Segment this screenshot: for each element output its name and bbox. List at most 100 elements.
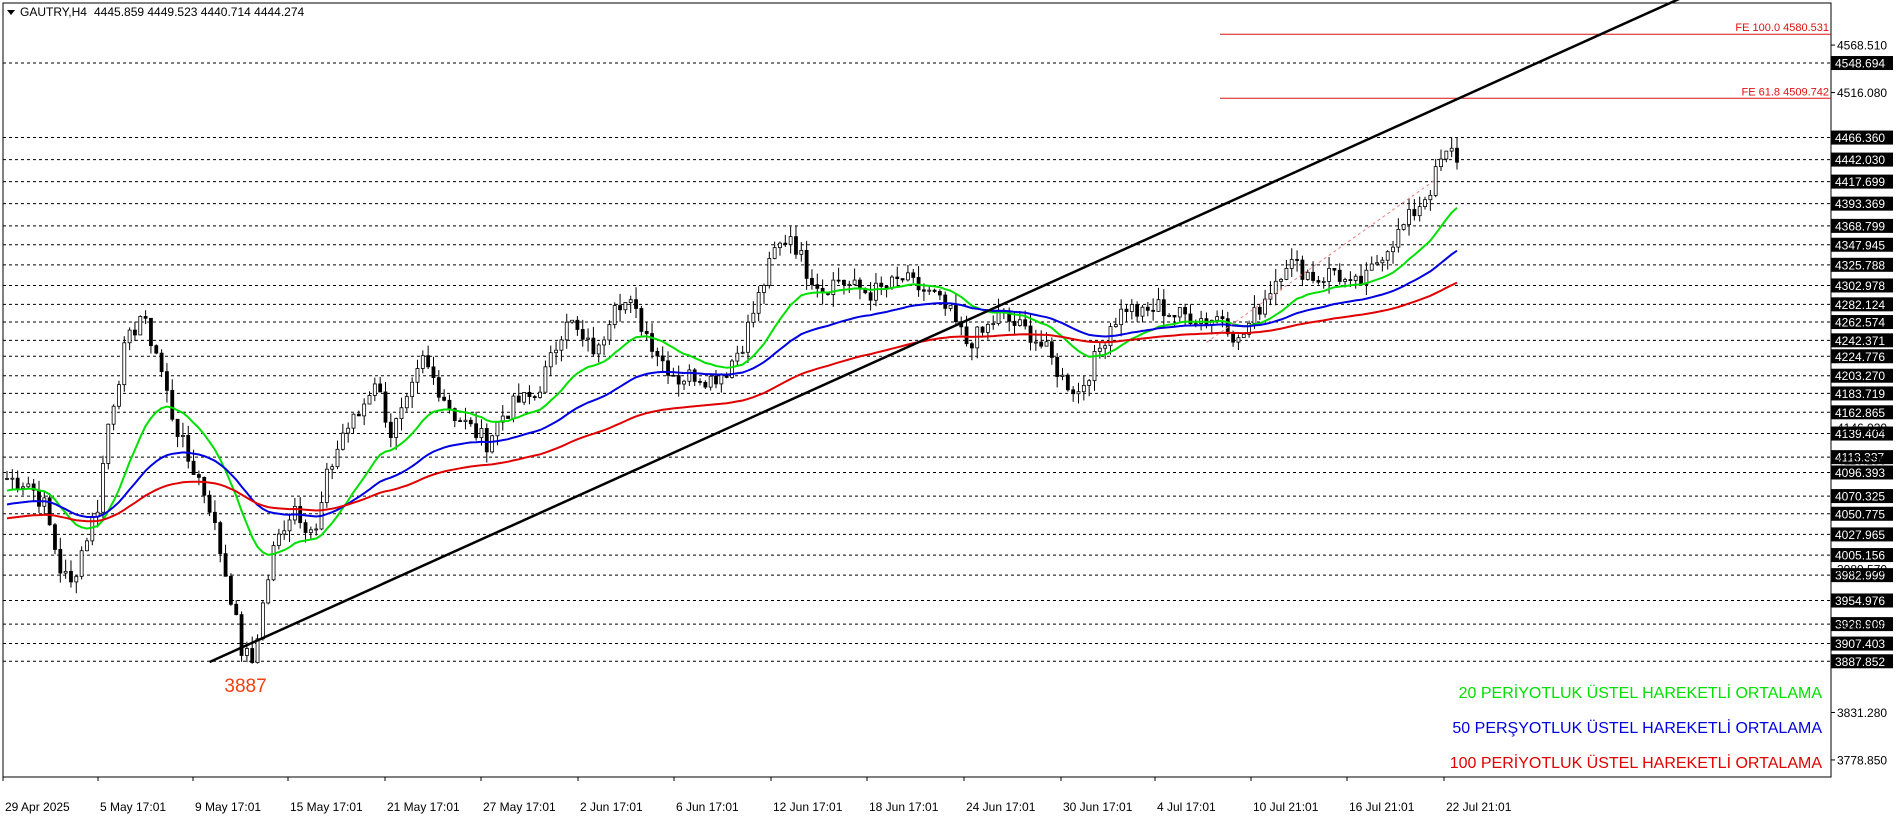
candle-body-65 <box>351 413 356 429</box>
y-tick-label-4: 3989.570 <box>1837 563 1887 577</box>
candle-body-127 <box>682 380 686 385</box>
candle-body-239 <box>1279 278 1283 282</box>
level-label-26: 3907.403 <box>1835 637 1885 651</box>
candle-body-266 <box>1423 199 1427 208</box>
candle-body-40 <box>218 522 223 555</box>
price-chart[interactable]: FE 100.0 4580.531 FE 61.8 4509.742 4548.6… <box>0 0 1896 820</box>
candle-body-119 <box>639 308 644 332</box>
candle-body-71 <box>383 391 388 423</box>
candle-body-262 <box>1401 224 1406 230</box>
candle-body-15 <box>85 540 89 552</box>
candle-body-47 <box>255 638 260 664</box>
candle-body-234 <box>1252 306 1257 324</box>
candle-body-95 <box>511 395 516 419</box>
candle-body-69 <box>372 383 377 396</box>
x-tick-label-6: 2 Jun 17:01 <box>580 800 643 814</box>
candle-body-29 <box>159 352 164 373</box>
candle-body-4 <box>26 483 31 488</box>
candle-body-267 <box>1428 194 1433 201</box>
candle-body-10 <box>58 549 63 574</box>
candle-body-36 <box>197 474 201 478</box>
candle-body-62 <box>335 448 340 468</box>
x-tick-label-13: 10 Jul 21:01 <box>1253 800 1319 814</box>
candle-body-74 <box>399 407 404 420</box>
candle-body-51 <box>276 533 281 546</box>
candle-body-175 <box>938 291 942 296</box>
y-tick-label-5: 3926.140 <box>1837 620 1887 634</box>
candle-body-9 <box>53 524 57 550</box>
candle-body-197 <box>1055 357 1060 377</box>
candle-body-259 <box>1385 251 1390 261</box>
candle-body-22 <box>122 342 127 386</box>
swing-low-label: 3887 <box>224 676 266 697</box>
candle-body-60 <box>324 468 329 503</box>
fe-label-0: FE 100.0 4580.531 <box>1735 22 1829 34</box>
level-label-8: 4302.978 <box>1835 279 1885 293</box>
candle-body-151 <box>810 277 814 286</box>
level-label-5: 4368.799 <box>1835 219 1885 233</box>
candle-body-265 <box>1417 206 1422 217</box>
legend-ema20: 20 PERİYOTLUK ÜSTEL HAREKETLİ ORTALAMA <box>1459 683 1823 702</box>
candle-body-143 <box>767 258 772 286</box>
candle-body-14 <box>79 550 84 577</box>
candle-body-50 <box>271 545 276 581</box>
level-label-20: 4050.775 <box>1835 507 1885 521</box>
candle-body-72 <box>388 421 393 438</box>
candle-body-253 <box>1353 275 1358 281</box>
candle-body-99 <box>532 396 537 398</box>
candle-body-24 <box>133 329 137 336</box>
candle-body-235 <box>1257 306 1262 315</box>
candle-body-177 <box>948 305 953 309</box>
candle-body-83 <box>447 399 452 410</box>
candle-body-159 <box>852 279 857 285</box>
candle-body-121 <box>650 333 654 352</box>
candle-body-76 <box>410 381 415 397</box>
candle-body-96 <box>516 395 521 403</box>
candle-body-270 <box>1444 150 1449 160</box>
candle-body-26 <box>143 316 148 319</box>
candle-body-244 <box>1305 271 1310 280</box>
candle-body-198 <box>1060 374 1065 377</box>
candle-body-0 <box>5 478 9 480</box>
y-axis: 4548.694 4466.360 4442.030 4417.699 4393.369… <box>1831 39 1893 767</box>
candle-body-199 <box>1065 374 1070 391</box>
x-tick-label-8: 12 Jun 17:01 <box>773 800 843 814</box>
candle-body-272 <box>1455 147 1459 163</box>
level-label-18: 4096.393 <box>1835 466 1885 480</box>
candle-body-243 <box>1300 259 1305 280</box>
candle-body-85 <box>458 420 463 422</box>
candle-body-141 <box>756 292 761 314</box>
candle-body-256 <box>1369 263 1374 271</box>
candle-body-98 <box>527 391 532 397</box>
candle-body-147 <box>788 236 793 245</box>
candle-body-219 <box>1172 315 1177 318</box>
candle-body-115 <box>618 305 622 311</box>
candle-body-116 <box>623 302 628 311</box>
level-label-19: 4070.325 <box>1835 490 1885 504</box>
candle-body-86 <box>463 419 468 422</box>
candle-body-220 <box>1177 307 1182 318</box>
candle-body-79 <box>426 355 431 368</box>
candle-body-191 <box>1023 319 1028 327</box>
candle-body-117 <box>628 299 633 303</box>
candle-body-268 <box>1433 166 1438 196</box>
x-tick-label-11: 30 Jun 17:01 <box>1063 800 1133 814</box>
legend-ema100: 100 PERİYOTLUK ÜSTEL HAREKETLİ ORTALAMA <box>1450 753 1823 772</box>
level-label-27: 3887.852 <box>1835 655 1885 669</box>
candle-body-263 <box>1407 209 1411 225</box>
candle-body-189 <box>1012 320 1017 326</box>
level-label-2: 4442.030 <box>1835 153 1885 167</box>
level-label-0: 4548.694 <box>1835 57 1885 71</box>
candle-body-123 <box>660 355 665 362</box>
candle-body-142 <box>762 284 766 293</box>
level-label-1: 4466.360 <box>1835 131 1885 145</box>
candle-body-184 <box>985 323 990 333</box>
candle-body-35 <box>191 460 196 475</box>
candle-body-217 <box>1161 299 1166 317</box>
candle-body-128 <box>687 369 692 382</box>
level-label-24: 3954.976 <box>1835 594 1885 608</box>
candle-body-20 <box>111 405 116 425</box>
candle-body-221 <box>1183 307 1188 315</box>
candle-body-53 <box>287 519 292 532</box>
candle-body-49 <box>266 579 271 604</box>
